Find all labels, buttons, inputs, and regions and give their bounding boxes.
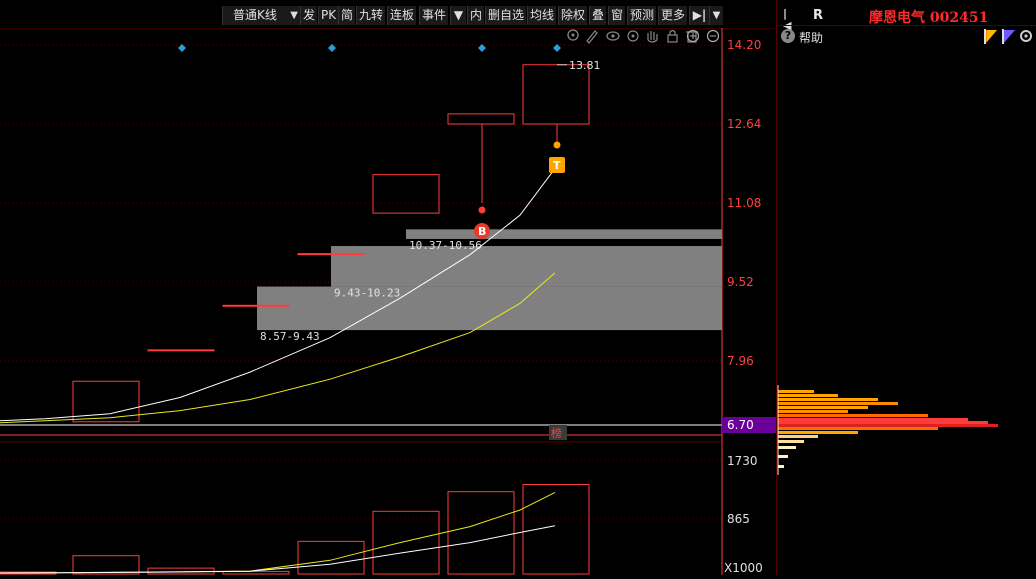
candle xyxy=(447,113,515,125)
chip-bar xyxy=(778,424,998,427)
period-select[interactable]: 普通K线 ▼ xyxy=(222,6,302,25)
event-diamond-icon xyxy=(553,44,561,52)
volume-tick-label: 1730 xyxy=(727,454,758,468)
eye-icon[interactable] xyxy=(606,31,620,41)
chip-bar xyxy=(778,440,804,443)
volume-tick-label: 865 xyxy=(727,512,750,526)
btn-window[interactable]: 窗 xyxy=(608,6,626,25)
settings-icon[interactable] xyxy=(567,29,579,41)
skip-to-end-icon[interactable]: ▶| xyxy=(689,6,709,25)
event-markers: B T 榜 xyxy=(178,44,567,440)
btn-ma[interactable]: 均线 xyxy=(527,6,557,25)
btn-lianban[interactable]: 连板 xyxy=(387,6,417,25)
volume-bar xyxy=(522,484,590,575)
chip-bar xyxy=(778,431,858,434)
pen-icon[interactable] xyxy=(586,30,598,44)
btn-delete-watchlist[interactable]: 删自选 xyxy=(485,6,527,25)
gap-zone-label: 10.37-10.56 xyxy=(409,239,482,252)
chip-bar xyxy=(778,421,988,424)
shijian-dropdown-icon[interactable]: ▼ xyxy=(450,6,466,25)
price-tick-label: 12.64 xyxy=(727,117,761,131)
btn-nei[interactable]: 内 xyxy=(467,6,485,25)
candle xyxy=(147,349,215,352)
chart-canvas[interactable]: 8.57-9.43 9.43-10.23 10.37-10.56 13.81 14.… xyxy=(0,28,776,575)
volume-unit-label: X1000 xyxy=(724,561,763,575)
current-price-label: 6.70 xyxy=(727,418,754,432)
candle xyxy=(297,253,365,256)
gap-zone xyxy=(257,286,722,331)
buy-dot xyxy=(478,206,486,214)
volume-bar xyxy=(72,555,140,575)
price-axis: 14.20 12.64 11.08 9.52 7.96 6.70 1730 865 X1000 xyxy=(722,38,776,575)
btn-overlay[interactable]: 叠 xyxy=(589,6,607,25)
sell-dot xyxy=(553,141,561,149)
rank-label: 榜 xyxy=(551,426,562,440)
btn-exright[interactable]: 除权 xyxy=(558,6,588,25)
btn-jiuzhuan[interactable]: 九转 xyxy=(356,6,386,25)
price-tick-label: 9.52 xyxy=(727,275,754,289)
chip-bar xyxy=(778,446,796,449)
flag-blue-icon xyxy=(1002,29,1015,44)
volume-bar xyxy=(297,540,365,575)
chip-bars xyxy=(777,385,998,475)
flag-icon xyxy=(984,29,997,44)
period-select-label: 普通K线 xyxy=(233,8,277,22)
sell-signal-label: T xyxy=(553,159,561,172)
volume-ma-yellow xyxy=(0,491,556,574)
volume-bar xyxy=(372,510,440,575)
event-diamond-icon xyxy=(328,44,336,52)
high-price-label: 13.81 xyxy=(569,59,601,72)
btn-fa[interactable]: 发 xyxy=(300,6,318,25)
zoom-out-icon[interactable] xyxy=(706,29,720,43)
volume-ma-white xyxy=(0,525,556,574)
gap-zone-label: 8.57-9.43 xyxy=(260,330,320,343)
kline-chart[interactable]: 8.57-9.43 9.43-10.23 10.37-10.56 13.81 14.… xyxy=(0,28,776,575)
chart-toolbar: 普通K线 ▼ 发 PK 简 九转 连板 事件 ▼ 内 删自选 均线 除权 叠 窗… xyxy=(0,0,776,29)
buy-signal-label: B xyxy=(478,225,486,238)
gap-zone xyxy=(406,229,722,239)
chip-distribution-chart xyxy=(777,29,1032,475)
gear-icon xyxy=(1020,30,1032,42)
candle xyxy=(222,304,290,307)
chip-bar xyxy=(778,390,814,393)
chip-bar xyxy=(778,414,928,417)
chevron-down-icon: ▼ xyxy=(290,10,298,21)
candles: 13.81 xyxy=(72,59,601,423)
btn-shijian[interactable]: 事件 xyxy=(419,6,449,25)
gap-zone xyxy=(331,246,722,287)
chip-bar xyxy=(778,402,898,405)
chip-bar xyxy=(778,398,878,401)
volume-pane xyxy=(0,484,590,575)
chip-bar xyxy=(778,455,788,458)
btn-forecast[interactable]: 预测 xyxy=(627,6,657,25)
chip-bar xyxy=(778,427,938,430)
btn-jian[interactable]: 简 xyxy=(338,6,356,25)
chip-bar xyxy=(778,394,838,397)
btn-more[interactable]: 更多 xyxy=(658,6,688,25)
candle xyxy=(522,64,590,125)
hand-icon[interactable] xyxy=(647,31,658,43)
price-tick-label: 14.20 xyxy=(727,38,761,52)
chip-bar xyxy=(778,435,818,438)
more-dropdown-icon[interactable]: ▼ xyxy=(709,6,723,25)
gap-zones: 8.57-9.43 9.43-10.23 10.37-10.56 xyxy=(257,229,722,343)
pin-icon[interactable] xyxy=(627,30,639,42)
chip-distribution-panel: |◀ R 摩恩电气 002451 ? 帮助 xyxy=(776,0,1036,575)
chip-bar xyxy=(778,410,848,413)
chip-bar xyxy=(778,465,784,468)
price-tick-label: 11.08 xyxy=(727,196,761,210)
gap-zone-label: 9.43-10.23 xyxy=(334,287,400,300)
volume-bar xyxy=(447,491,515,575)
chart-tool-icons xyxy=(567,29,720,44)
price-tick-label: 7.96 xyxy=(727,354,754,368)
chip-bar xyxy=(778,418,968,421)
candle xyxy=(372,174,440,214)
btn-pk[interactable]: PK xyxy=(318,6,339,25)
chip-bar xyxy=(778,406,868,409)
lock-icon[interactable] xyxy=(667,29,678,43)
